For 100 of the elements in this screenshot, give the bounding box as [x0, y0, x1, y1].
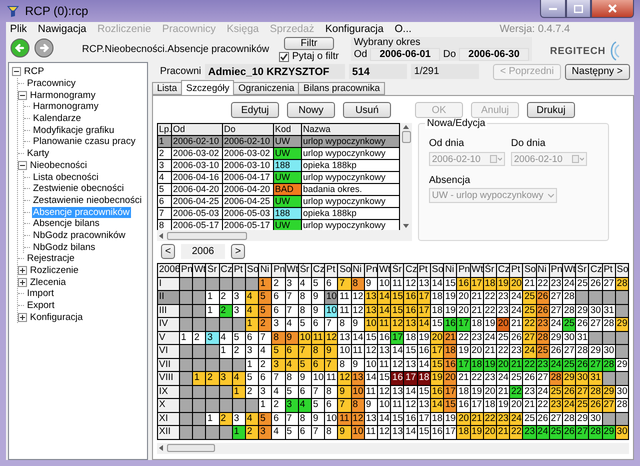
tree-item[interactable]: Lista obecności [32, 172, 100, 183]
calendar-day[interactable]: 10 [325, 304, 338, 317]
calendar-day[interactable]: 4 [220, 332, 232, 344]
calendar-day[interactable]: 28 [536, 332, 549, 344]
calendar-day[interactable]: 28 [562, 304, 576, 317]
calendar-day[interactable]: 2 [220, 304, 232, 317]
calendar-day[interactable]: 30 [589, 412, 602, 425]
calendar-day[interactable]: 6 [325, 399, 338, 412]
calendar-day[interactable]: 18 [470, 318, 483, 330]
calendar-day[interactable]: 25 [562, 318, 576, 330]
scroll-up-icon[interactable] [403, 125, 409, 129]
calendar-day[interactable]: 23 [536, 358, 549, 371]
calendar-day[interactable]: 4 [246, 291, 258, 304]
calendar-day[interactable]: 25 [510, 372, 522, 384]
calendar-day[interactable]: 24 [536, 426, 549, 438]
calendar-day[interactable]: 10 [364, 358, 378, 371]
calendar-day[interactable]: 23 [496, 291, 510, 304]
calendar-day[interactable]: 20 [496, 358, 510, 371]
month-label[interactable]: IX [158, 386, 179, 398]
employee-name-field[interactable]: Admiec_10 KRZYSZTOF [205, 64, 346, 79]
calendar-day[interactable]: 8 [352, 278, 364, 290]
calendar-day[interactable]: 24 [562, 278, 576, 290]
calendar-day[interactable]: 30 [616, 426, 628, 438]
calendar-day[interactable]: 1 [206, 412, 219, 425]
calendar-day[interactable]: 13 [404, 358, 417, 371]
month-label[interactable]: I [158, 278, 179, 290]
calendar-day[interactable]: 8 [338, 358, 351, 371]
calendar-day[interactable]: 5 [312, 278, 324, 290]
collapse-icon[interactable] [18, 90, 27, 100]
calendar-day[interactable]: 19 [484, 358, 496, 371]
calendar-day[interactable]: 21 [510, 358, 522, 371]
calendar-day[interactable]: 3 [232, 291, 246, 304]
calendar-day[interactable]: 5 [259, 412, 272, 425]
calendar-day[interactable]: 31 [589, 372, 602, 384]
calendar-day[interactable]: 22 [510, 386, 522, 398]
calendar-day[interactable]: 5 [259, 304, 272, 317]
calendar-day[interactable]: 4 [272, 426, 285, 438]
calendar-day[interactable]: 21 [444, 332, 456, 344]
action-button[interactable]: Nowy [287, 102, 335, 118]
tree-item[interactable]: Absencje bilans [32, 218, 101, 230]
calendar-day[interactable]: 27 [602, 278, 615, 290]
calendar-day[interactable]: 13 [364, 304, 378, 317]
tree-item[interactable]: Rejestracje [26, 253, 76, 264]
calendar-day[interactable]: 3 [206, 332, 219, 344]
calendar-day[interactable]: 14 [404, 426, 417, 438]
calendar-day[interactable]: 25 [536, 345, 549, 358]
calendar-day[interactable]: 13 [391, 426, 404, 438]
calendar-day[interactable]: 7 [259, 332, 272, 344]
calendar-day[interactable]: 28 [562, 291, 576, 304]
calendar-day[interactable]: 21 [484, 345, 496, 358]
calendar-day[interactable]: 13 [364, 412, 378, 425]
calendar-day[interactable]: 1 [206, 304, 219, 317]
month-label[interactable]: V [158, 332, 179, 344]
calendar-day[interactable]: 25 [550, 386, 562, 398]
calendar-day[interactable]: 29 [602, 386, 615, 398]
calendar-day[interactable]: 21 [523, 399, 536, 412]
expand-icon[interactable] [18, 312, 27, 322]
calendar-day[interactable]: 14 [418, 318, 430, 330]
calendar-day[interactable]: 24 [550, 358, 562, 371]
calendar-day[interactable]: 16 [457, 278, 470, 290]
calendar-day[interactable]: 18 [418, 372, 430, 384]
expand-icon[interactable] [18, 266, 27, 276]
tree-item[interactable]: Kalendarze [32, 113, 82, 124]
calendar-day[interactable]: 27 [576, 426, 588, 438]
calendar-day[interactable]: 23 [550, 399, 562, 412]
calendar-day[interactable]: 23 [510, 345, 522, 358]
calendar-day[interactable]: 20 [444, 372, 456, 384]
scroll-left-icon[interactable] [159, 445, 163, 451]
calendar-day[interactable]: 3 [246, 345, 258, 358]
calendar-day[interactable]: 25 [562, 358, 576, 371]
calendar-day[interactable]: 2 [259, 318, 272, 330]
calendar-day[interactable]: 23 [523, 426, 536, 438]
calendar-day[interactable]: 4 [246, 412, 258, 425]
column-header[interactable]: Nazwa [302, 124, 400, 136]
date-field[interactable]: 2006-06-01 [370, 48, 440, 61]
calendar-day[interactable]: 3 [232, 304, 246, 317]
calendar-day[interactable]: 23 [536, 318, 549, 330]
calendar-day[interactable]: 29 [550, 332, 562, 344]
calendar-day[interactable]: 14 [378, 412, 390, 425]
calendar-day[interactable]: 9 [364, 278, 378, 290]
calendar-day[interactable]: 1 [232, 426, 246, 438]
calendar-day[interactable]: 27 [589, 318, 602, 330]
calendar-day[interactable]: 22 [510, 426, 522, 438]
tree-item[interactable]: Zlecenia [29, 276, 67, 288]
scroll-thumb[interactable] [167, 232, 247, 240]
calendar-day[interactable]: 2 [272, 399, 285, 412]
calendar-day[interactable]: 28 [589, 386, 602, 398]
calendar-day[interactable]: 12 [404, 399, 417, 412]
calendar-day[interactable]: 21 [496, 426, 510, 438]
calendar-day[interactable]: 18 [430, 291, 444, 304]
calendar-day[interactable]: 31 [602, 304, 615, 317]
calendar-day[interactable]: 5 [272, 345, 285, 358]
calendar-day[interactable]: 19 [496, 399, 510, 412]
vertical-scrollbar[interactable] [400, 123, 412, 230]
calendar-day[interactable]: 10 [364, 318, 378, 330]
calendar-day[interactable]: 24 [510, 291, 522, 304]
tree-item[interactable]: Harmonogramy [32, 101, 100, 112]
calendar-day[interactable]: 14 [404, 386, 417, 398]
calendar-day[interactable]: 17 [457, 358, 470, 371]
calendar-day[interactable]: 10 [312, 372, 324, 384]
